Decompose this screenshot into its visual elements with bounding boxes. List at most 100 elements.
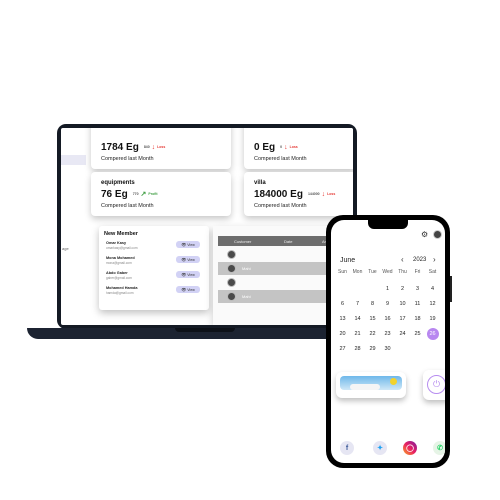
- avatar: [227, 292, 236, 301]
- calendar-day: [350, 281, 365, 296]
- stat-value: 184000 Eg 144000 ↓ Loss: [254, 189, 336, 200]
- column-header: Customer: [234, 238, 252, 244]
- eye-icon: 👁: [181, 272, 187, 277]
- sidebar-item-label[interactable]: age: [62, 246, 69, 251]
- arrow-down-icon: ↓: [321, 190, 326, 198]
- stat-value: 76 Eg 770 ↗ Profit: [101, 189, 158, 200]
- view-member-button[interactable]: 👁 View: [176, 271, 200, 278]
- calendar-day[interactable]: 8: [365, 296, 380, 311]
- weekday: Sat: [428, 269, 437, 275]
- calendar-day[interactable]: 30: [380, 341, 395, 356]
- calendar-day[interactable]: 26: [425, 326, 440, 341]
- calendar-day: [395, 341, 410, 356]
- power-card[interactable]: ⏻: [423, 370, 445, 400]
- stat-card-2: 0 Eg 0 ↓ Loss Compered last Month: [244, 128, 353, 169]
- gear-icon[interactable]: ⚙: [421, 230, 428, 239]
- power-icon: ⏻: [427, 375, 445, 394]
- instagram-icon[interactable]: ◯: [403, 441, 417, 455]
- view-member-button[interactable]: 👁 View: [176, 241, 200, 248]
- weather-card[interactable]: [336, 372, 406, 398]
- calendar-day[interactable]: 25: [410, 326, 425, 341]
- compare-text: Compered last Month: [101, 156, 154, 162]
- calendar-day[interactable]: 2: [395, 281, 410, 296]
- facebook-icon[interactable]: f: [340, 441, 354, 455]
- compare-text: Compered last Month: [254, 156, 307, 162]
- avatar[interactable]: [433, 230, 442, 239]
- sun-icon: [390, 378, 397, 385]
- member-row: Mohamed Hamda hamda@gmail.com 👁 View: [106, 286, 206, 300]
- calendar-day[interactable]: 23: [380, 326, 395, 341]
- calendar-day: [365, 281, 380, 296]
- weekday: Fri: [414, 269, 421, 275]
- member-name: Abdo Gaber: [106, 271, 128, 275]
- weekday: Mon: [352, 269, 363, 275]
- calendar-day[interactable]: 15: [365, 311, 380, 326]
- calendar-day[interactable]: 9: [380, 296, 395, 311]
- calendar-day[interactable]: 18: [410, 311, 425, 326]
- calendar-day[interactable]: 4: [425, 281, 440, 296]
- eye-icon: 👁: [181, 287, 187, 292]
- calendar-day[interactable]: 16: [380, 311, 395, 326]
- calendar-month: June: [340, 257, 356, 264]
- phone-notch: [368, 220, 408, 229]
- member-email: omarkasy@gmail.com: [106, 246, 138, 250]
- weekday: Sun: [338, 269, 347, 275]
- calendar-day[interactable]: 12: [425, 296, 440, 311]
- twitter-icon[interactable]: ✦: [373, 441, 387, 455]
- calendar-day[interactable]: 21: [350, 326, 365, 341]
- calendar-day[interactable]: 22: [365, 326, 380, 341]
- calendar-day[interactable]: 13: [335, 311, 350, 326]
- weekday: Wed: [382, 269, 393, 275]
- member-row: Mona Mohamed mona@gmail.com 👁 View: [106, 256, 206, 270]
- weekday: Thu: [398, 269, 407, 275]
- member-email: hamda@gmail.com: [106, 291, 134, 295]
- calendar-day: [410, 341, 425, 356]
- compare-text: Compered last Month: [254, 203, 307, 209]
- member-name: Omar Kasy: [106, 241, 127, 245]
- avatar: [227, 264, 236, 273]
- calendar-day[interactable]: 1: [380, 281, 395, 296]
- calendar-day[interactable]: 11: [410, 296, 425, 311]
- calendar-day[interactable]: 28: [350, 341, 365, 356]
- weather-image: [340, 376, 402, 390]
- stat-card-villa: villa 184000 Eg 144000 ↓ Loss Compered last…: [244, 172, 353, 216]
- column-header: Date: [284, 238, 293, 244]
- calendar-day[interactable]: 7: [350, 296, 365, 311]
- calendar-day[interactable]: 24: [395, 326, 410, 341]
- calendar-day[interactable]: 19: [425, 311, 440, 326]
- view-member-button[interactable]: 👁 View: [176, 256, 200, 263]
- calendar-day[interactable]: 20: [335, 326, 350, 341]
- member-row: Omar Kasy omarkasy@gmail.com 👁 View: [106, 241, 206, 255]
- chevron-right-icon[interactable]: ›: [433, 255, 436, 264]
- phone-side-button: [450, 276, 452, 302]
- calendar-day[interactable]: 6: [335, 296, 350, 311]
- calendar-day[interactable]: 3: [410, 281, 425, 296]
- whatsapp-icon[interactable]: ✆: [433, 441, 445, 455]
- avatar: [227, 250, 236, 259]
- view-member-button[interactable]: 👁 View: [176, 286, 200, 293]
- member-email: gaber@gmail.com: [106, 276, 132, 280]
- stat-value: 1784 Eg 840 ↓ Loss: [101, 142, 166, 153]
- stat-title: equipments: [101, 180, 135, 186]
- cloud-icon: [350, 384, 380, 390]
- compare-text: Compered last Month: [101, 203, 154, 209]
- calendar-day: [335, 281, 350, 296]
- dashboard-screen: age 1784 Eg 840 ↓ Loss Compered last Month …: [61, 128, 353, 325]
- panel-title: New Member: [104, 231, 138, 237]
- calendar-day[interactable]: 27: [335, 341, 350, 356]
- calendar-day[interactable]: 17: [395, 311, 410, 326]
- calendar-day: [425, 341, 440, 356]
- eye-icon: 👁: [181, 257, 187, 262]
- sidebar-active-item[interactable]: [61, 155, 86, 165]
- calendar-weekdays: Sun Mon Tue Wed Thu Fri Sat: [335, 269, 445, 275]
- calendar-day[interactable]: 29: [365, 341, 380, 356]
- member-email: mona@gmail.com: [106, 261, 132, 265]
- calendar-day[interactable]: 14: [350, 311, 365, 326]
- laptop-frame: age 1784 Eg 840 ↓ Loss Compered last Month …: [57, 124, 357, 329]
- chevron-left-icon[interactable]: ‹: [401, 255, 404, 264]
- weekday: Tue: [368, 269, 377, 275]
- member-name: Mona Mohamed: [106, 256, 135, 260]
- calendar-day[interactable]: 10: [395, 296, 410, 311]
- stat-title: villa: [254, 180, 266, 186]
- stat-value: 0 Eg 0 ↓ Loss: [254, 142, 298, 153]
